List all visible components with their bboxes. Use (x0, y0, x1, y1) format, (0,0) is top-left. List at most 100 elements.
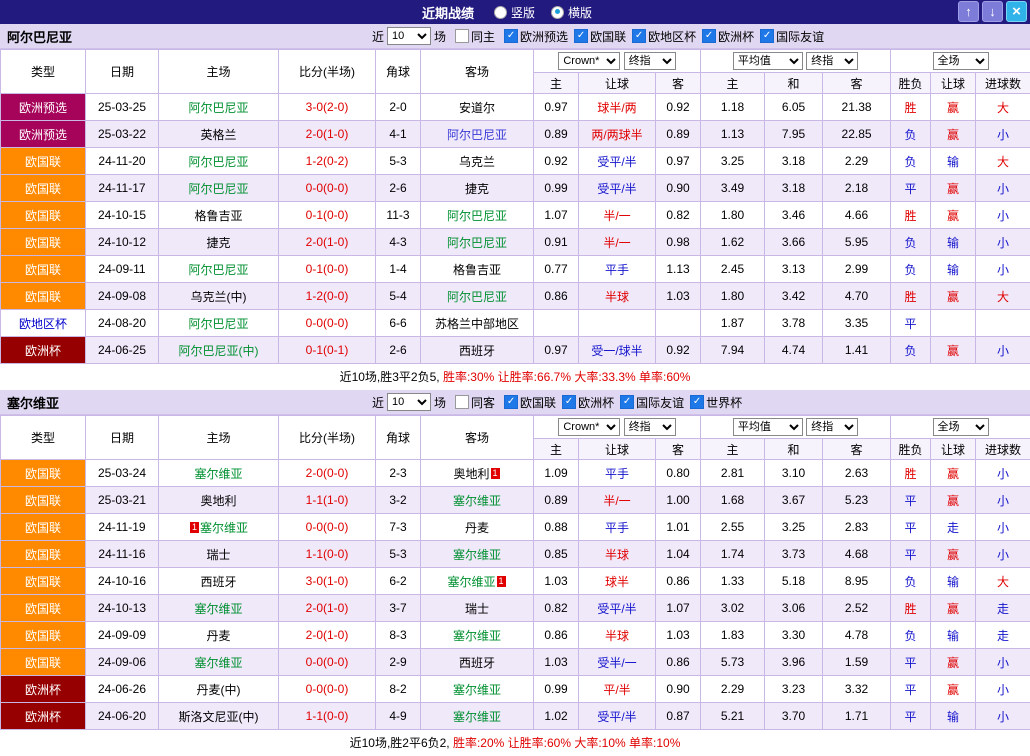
league-filter[interactable]: ✓欧洲预选 (504, 28, 568, 45)
match-score[interactable]: 1-2(0-0) (279, 283, 376, 310)
away-team[interactable]: 捷克 (421, 175, 534, 202)
away-team[interactable]: 阿尔巴尼亚 (421, 121, 534, 148)
match-count-select[interactable]: 10 (387, 27, 431, 45)
league-filter[interactable]: ✓欧洲杯 (702, 28, 754, 45)
match-score[interactable]: 2-0(1-0) (279, 595, 376, 622)
away-team[interactable]: 乌克兰 (421, 148, 534, 175)
away-team[interactable]: 塞尔维亚 (421, 676, 534, 703)
match-score[interactable]: 1-1(0-0) (279, 703, 376, 730)
final-odds-select[interactable]: 终指 (806, 52, 858, 70)
same-venue-filter[interactable]: 同主 (455, 28, 495, 45)
checkbox-icon[interactable]: ✓ (504, 29, 518, 43)
team-link[interactable]: 塞尔维亚 (200, 521, 248, 535)
layout-radio-horizontal[interactable]: 横版 (551, 4, 592, 21)
final-odds-select[interactable]: 终指 (806, 418, 858, 436)
average-odds-select[interactable]: 平均值 (733, 418, 803, 436)
home-team[interactable]: 英格兰 (159, 121, 279, 148)
checkbox-icon[interactable] (455, 29, 469, 43)
home-team[interactable]: 阿尔巴尼亚(中) (159, 337, 279, 364)
team-link[interactable]: 奥地利 (453, 467, 489, 481)
team-link[interactable]: 塞尔维亚 (194, 656, 242, 670)
team-link[interactable]: 塞尔维亚 (194, 602, 242, 616)
match-score[interactable]: 2-0(0-0) (279, 460, 376, 487)
match-score[interactable]: 2-0(1-0) (279, 121, 376, 148)
team-link[interactable]: 阿尔巴尼亚 (188, 263, 248, 277)
team-link[interactable]: 西班牙 (459, 344, 495, 358)
match-score[interactable]: 0-1(0-0) (279, 256, 376, 283)
away-team[interactable]: 塞尔维亚 (421, 703, 534, 730)
away-team[interactable]: 阿尔巴尼亚 (421, 202, 534, 229)
match-score[interactable]: 1-1(1-0) (279, 487, 376, 514)
home-team[interactable]: 阿尔巴尼亚 (159, 94, 279, 121)
away-team[interactable]: 安道尔 (421, 94, 534, 121)
away-team[interactable]: 阿尔巴尼亚 (421, 283, 534, 310)
final-odds-select[interactable]: 终指 (624, 418, 676, 436)
team-link[interactable]: 西班牙 (200, 575, 236, 589)
team-link[interactable]: 格鲁吉亚 (194, 209, 242, 223)
away-team[interactable]: 西班牙 (421, 649, 534, 676)
league-filter[interactable]: ✓世界杯 (690, 394, 742, 411)
home-team[interactable]: 乌克兰(中) (159, 283, 279, 310)
team-link[interactable]: 丹麦(中) (197, 683, 241, 697)
away-team[interactable]: 塞尔维亚 (421, 541, 534, 568)
home-team[interactable]: 塞尔维亚 (159, 595, 279, 622)
team-link[interactable]: 塞尔维亚 (447, 575, 495, 589)
match-score[interactable]: 1-1(0-0) (279, 541, 376, 568)
match-score[interactable]: 0-1(0-0) (279, 202, 376, 229)
team-link[interactable]: 阿尔巴尼亚(中) (179, 344, 259, 358)
match-score[interactable]: 0-0(0-0) (279, 175, 376, 202)
away-team[interactable]: 塞尔维亚 (421, 487, 534, 514)
league-filter[interactable]: ✓欧地区杯 (632, 28, 696, 45)
league-filter[interactable]: ✓欧国联 (574, 28, 626, 45)
team-link[interactable]: 阿尔巴尼亚 (447, 290, 507, 304)
team-link[interactable]: 塞尔维亚 (453, 494, 501, 508)
team-link[interactable]: 奥地利 (200, 494, 236, 508)
team-link[interactable]: 苏格兰中部地区 (435, 317, 519, 331)
radio-icon[interactable] (551, 6, 564, 19)
checkbox-icon[interactable]: ✓ (760, 29, 774, 43)
team-link[interactable]: 塞尔维亚 (453, 629, 501, 643)
home-team[interactable]: 阿尔巴尼亚 (159, 148, 279, 175)
league-filter[interactable]: ✓欧洲杯 (562, 394, 614, 411)
checkbox-icon[interactable]: ✓ (690, 395, 704, 409)
match-score[interactable]: 1-2(0-2) (279, 148, 376, 175)
final-odds-select[interactable]: 终指 (624, 52, 676, 70)
match-score[interactable]: 0-0(0-0) (279, 514, 376, 541)
home-team[interactable]: 斯洛文尼亚(中) (159, 703, 279, 730)
same-venue-filter[interactable]: 同客 (455, 394, 495, 411)
team-link[interactable]: 安道尔 (459, 101, 495, 115)
team-link[interactable]: 丹麦 (465, 521, 489, 535)
home-team[interactable]: 捷克 (159, 229, 279, 256)
home-team[interactable]: 瑞士 (159, 541, 279, 568)
checkbox-icon[interactable]: ✓ (562, 395, 576, 409)
team-link[interactable]: 西班牙 (459, 656, 495, 670)
checkbox-icon[interactable] (455, 395, 469, 409)
close-button[interactable]: × (1006, 1, 1027, 22)
match-score[interactable]: 3-0(1-0) (279, 568, 376, 595)
league-filter[interactable]: ✓国际友谊 (760, 28, 824, 45)
scroll-down-button[interactable]: ↓ (982, 1, 1003, 22)
team-link[interactable]: 阿尔巴尼亚 (447, 209, 507, 223)
team-link[interactable]: 捷克 (465, 182, 489, 196)
match-score[interactable]: 2-0(1-0) (279, 622, 376, 649)
away-team[interactable]: 阿尔巴尼亚 (421, 229, 534, 256)
home-team[interactable]: 1塞尔维亚 (159, 514, 279, 541)
team-link[interactable]: 塞尔维亚 (453, 710, 501, 724)
checkbox-icon[interactable]: ✓ (620, 395, 634, 409)
home-team[interactable]: 丹麦 (159, 622, 279, 649)
checkbox-icon[interactable]: ✓ (504, 395, 518, 409)
home-team[interactable]: 塞尔维亚 (159, 649, 279, 676)
home-team[interactable]: 阿尔巴尼亚 (159, 256, 279, 283)
away-team[interactable]: 塞尔维亚1 (421, 568, 534, 595)
home-team[interactable]: 丹麦(中) (159, 676, 279, 703)
bookmaker-select[interactable]: Crown* (558, 52, 620, 70)
radio-icon[interactable] (494, 6, 507, 19)
team-link[interactable]: 丹麦 (206, 629, 230, 643)
team-link[interactable]: 乌克兰 (459, 155, 495, 169)
match-score[interactable]: 0-0(0-0) (279, 310, 376, 337)
scope-select[interactable]: 全场 (933, 418, 989, 436)
average-odds-select[interactable]: 平均值 (733, 52, 803, 70)
home-team[interactable]: 塞尔维亚 (159, 460, 279, 487)
checkbox-icon[interactable]: ✓ (702, 29, 716, 43)
home-team[interactable]: 西班牙 (159, 568, 279, 595)
